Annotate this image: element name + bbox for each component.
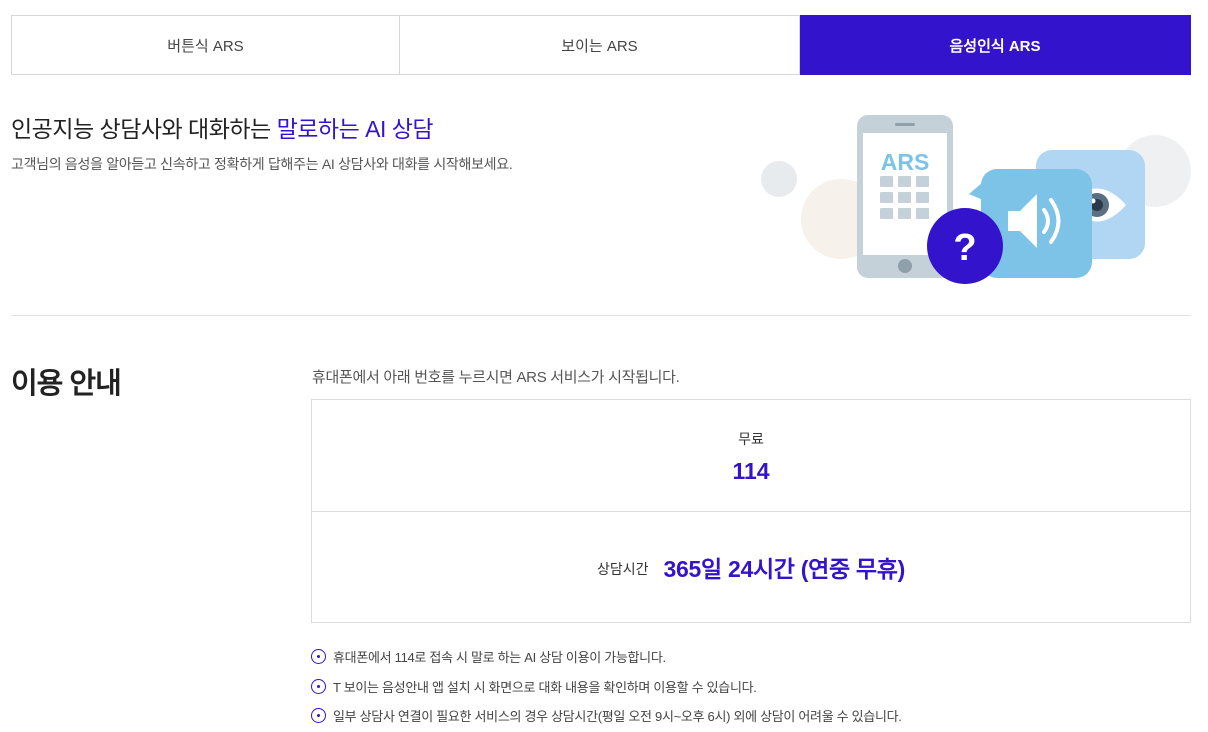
ars-type-tabs: 버튼식 ARS 보이는 ARS 음성인식 ARS: [11, 15, 1191, 75]
intro-title-highlight: 말로하는 AI 상담: [276, 116, 434, 142]
intro-description: 고객님의 음성을 알아듣고 신속하고 정확하게 답해주는 AI 상담사와 대화를…: [11, 156, 513, 172]
usage-info-box: 무료 114 상담시간 365일 24시간 (연중 무휴): [311, 399, 1191, 623]
tab-visible-ars[interactable]: 보이는 ARS: [400, 15, 800, 75]
fee-row: 무료 114: [312, 400, 1190, 512]
decor-circle: [761, 161, 797, 197]
note-text: 휴대폰에서 114로 접속 시 말로 하는 AI 상담 이용이 가능합니다.: [333, 650, 666, 666]
note-text: T 보이는 음성안내 앱 설치 시 화면으로 대화 내용을 확인하며 이용할 수…: [333, 679, 757, 695]
hours-row: 상담시간 365일 24시간 (연중 무휴): [312, 512, 1190, 622]
note-item: 일부 상담사 연결이 필요한 서비스의 경우 상담시간(평일 오전 9시~오후 …: [311, 701, 902, 731]
bullet-icon: [311, 708, 326, 724]
bullet-icon: [311, 649, 326, 665]
question-mark: ?: [953, 227, 976, 269]
question-bubble-icon: ?: [927, 208, 1003, 284]
section-divider: [11, 315, 1191, 316]
usage-guide-text: 휴대폰에서 아래 번호를 누르시면 ARS 서비스가 시작됩니다.: [312, 369, 680, 386]
hours-label: 상담시간: [597, 561, 649, 577]
phone-ars-label: ARS: [881, 149, 930, 175]
note-text: 일부 상담사 연결이 필요한 서비스의 경우 상담시간(평일 오전 9시~오후 …: [333, 709, 902, 725]
tab-button-ars[interactable]: 버튼식 ARS: [11, 15, 400, 75]
fee-label: 무료: [738, 431, 764, 447]
usage-section-title: 이용 안내: [11, 368, 122, 400]
notes-list: 휴대폰에서 114로 접속 시 말로 하는 AI 상담 이용이 가능합니다. T…: [311, 642, 902, 731]
bullet-icon: [311, 678, 326, 694]
intro-title: 인공지능 상담사와 대화하는 말로하는 AI 상담: [11, 110, 434, 144]
note-item: T 보이는 음성안내 앱 설치 시 화면으로 대화 내용을 확인하며 이용할 수…: [311, 672, 902, 702]
hours-value: 365일 24시간 (연중 무휴): [663, 556, 906, 582]
ai-ars-illustration: ARS ?: [761, 115, 1191, 284]
note-item: 휴대폰에서 114로 접속 시 말로 하는 AI 상담 이용이 가능합니다.: [311, 642, 902, 672]
intro-title-prefix: 인공지능 상담사와 대화하는: [11, 116, 277, 142]
service-number: 114: [732, 458, 770, 484]
tab-voice-recognition-ars[interactable]: 음성인식 ARS: [800, 15, 1191, 75]
